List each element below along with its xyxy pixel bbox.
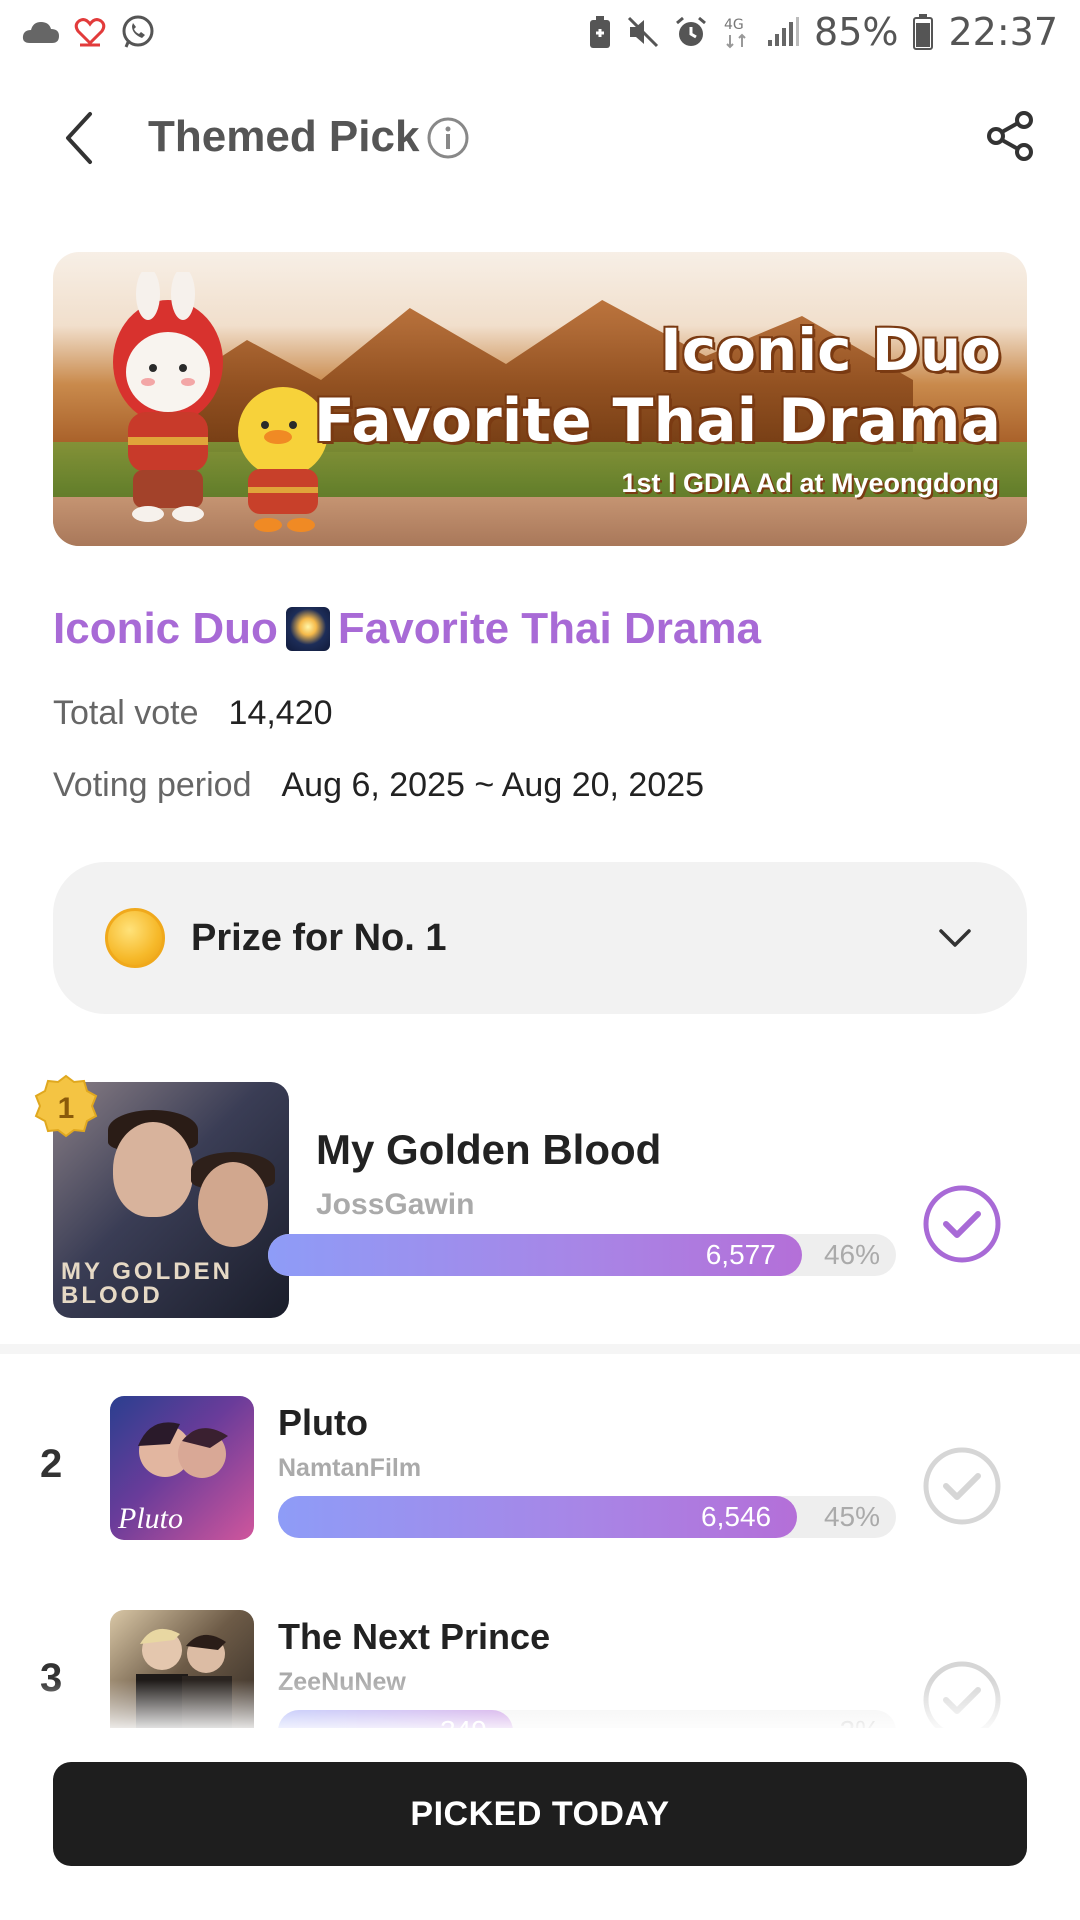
page-title: Themed Pick [148,112,420,161]
status-left [22,12,156,52]
item-artist: JossGawin [316,1188,475,1221]
item-artist: NamtanFilm [278,1454,422,1482]
total-vote-label: Total vote [53,694,199,732]
check-circle-icon[interactable] [922,1184,1002,1264]
event-title-part2: Favorite Thai Drama [337,604,761,653]
battery-saver-icon [588,12,612,52]
poster-figure [113,1122,193,1217]
cloud-icon [22,12,60,52]
rank-medal-number: 1 [58,1092,75,1125]
event-title: Iconic Duo Favorite Thai Drama [53,604,761,654]
total-vote-value: 14,420 [228,694,333,732]
vote-bar-fill: 6,577 [268,1234,802,1276]
vote-bar: 6,546 45% [278,1496,896,1538]
poster-figure [198,1162,268,1247]
app-header: Themed Pick [0,90,1080,186]
info-button[interactable] [426,116,470,160]
heart-app-icon [74,12,106,52]
whatsapp-icon [120,12,156,52]
rank-number: 2 [40,1442,63,1486]
back-button[interactable] [50,108,110,168]
voting-period-value: Aug 6, 2025 ~ Aug 20, 2025 [281,766,705,804]
poster-art: Pluto [117,1422,228,1535]
banner-subheadline: Favorite Thai Drama [313,386,1001,456]
voting-period-row: Voting period Aug 6, 2025 ~ Aug 20, 2025 [53,766,704,805]
fireworks-icon [285,607,330,651]
signal-icon [766,12,800,52]
vote-bar-fill: 6,546 [278,1496,798,1538]
event-title-part1: Iconic Duo [53,604,278,653]
event-banner[interactable]: Iconic Duo Favorite Thai Drama 1st l GDI… [53,252,1027,546]
banner-headline: Iconic Duo [660,316,1001,384]
vote-bar: 6,577 46% [268,1234,896,1276]
prize-label: Prize for No. 1 [191,916,447,959]
voting-period-label: Voting period [53,766,252,804]
list-fade-overlay [0,1680,1080,1730]
chevron-down-icon [939,929,971,947]
poster-title: Pluto [117,1502,183,1535]
item-title: The Next Prince [278,1616,551,1657]
poster-title: MY GOLDEN BLOOD [61,1258,233,1309]
vote-count: 6,546 [701,1501,772,1532]
4g-icon: 4G [722,12,752,52]
section-divider [0,1344,1080,1354]
share-icon [987,111,1033,161]
banner-caption: 1st l GDIA Ad at Myeongdong [621,468,1000,498]
clock: 22:37 [948,10,1058,54]
poster-thumbnail: Pluto [110,1396,254,1540]
info-icon [427,117,469,159]
rank-item-1[interactable]: MY GOLDEN BLOOD 1 My Golden Blood JossGa… [0,1074,1080,1344]
svg-text:4G: 4G [724,17,744,33]
back-arrow-icon [66,112,92,164]
status-bar: 4G 85% 22:37 [0,0,1080,64]
rank-item-2[interactable]: 2 Pluto Pluto NamtanFilm 6,546 45% [0,1382,1080,1582]
vote-percent: 46% [823,1239,880,1270]
vote-percent: 45% [823,1501,880,1532]
coin-icon [105,908,165,968]
alarm-icon [674,12,708,52]
battery-icon [912,12,934,52]
total-vote-row: Total vote 14,420 [53,694,333,733]
vote-count: 6,577 [705,1239,776,1270]
picked-today-button[interactable]: PICKED TODAY [53,1762,1027,1866]
gold-medal-icon: 1 [34,1074,98,1138]
bunny-mascot [113,272,223,522]
check-circle-icon[interactable] [922,1446,1002,1526]
status-right: 4G 85% 22:37 [588,10,1058,54]
share-button[interactable] [982,108,1042,168]
battery-percent: 85% [814,10,899,54]
item-title: My Golden Blood [316,1126,662,1173]
mute-icon [626,12,660,52]
prize-accordion[interactable]: Prize for No. 1 [53,862,1027,1014]
item-title: Pluto [278,1402,368,1443]
